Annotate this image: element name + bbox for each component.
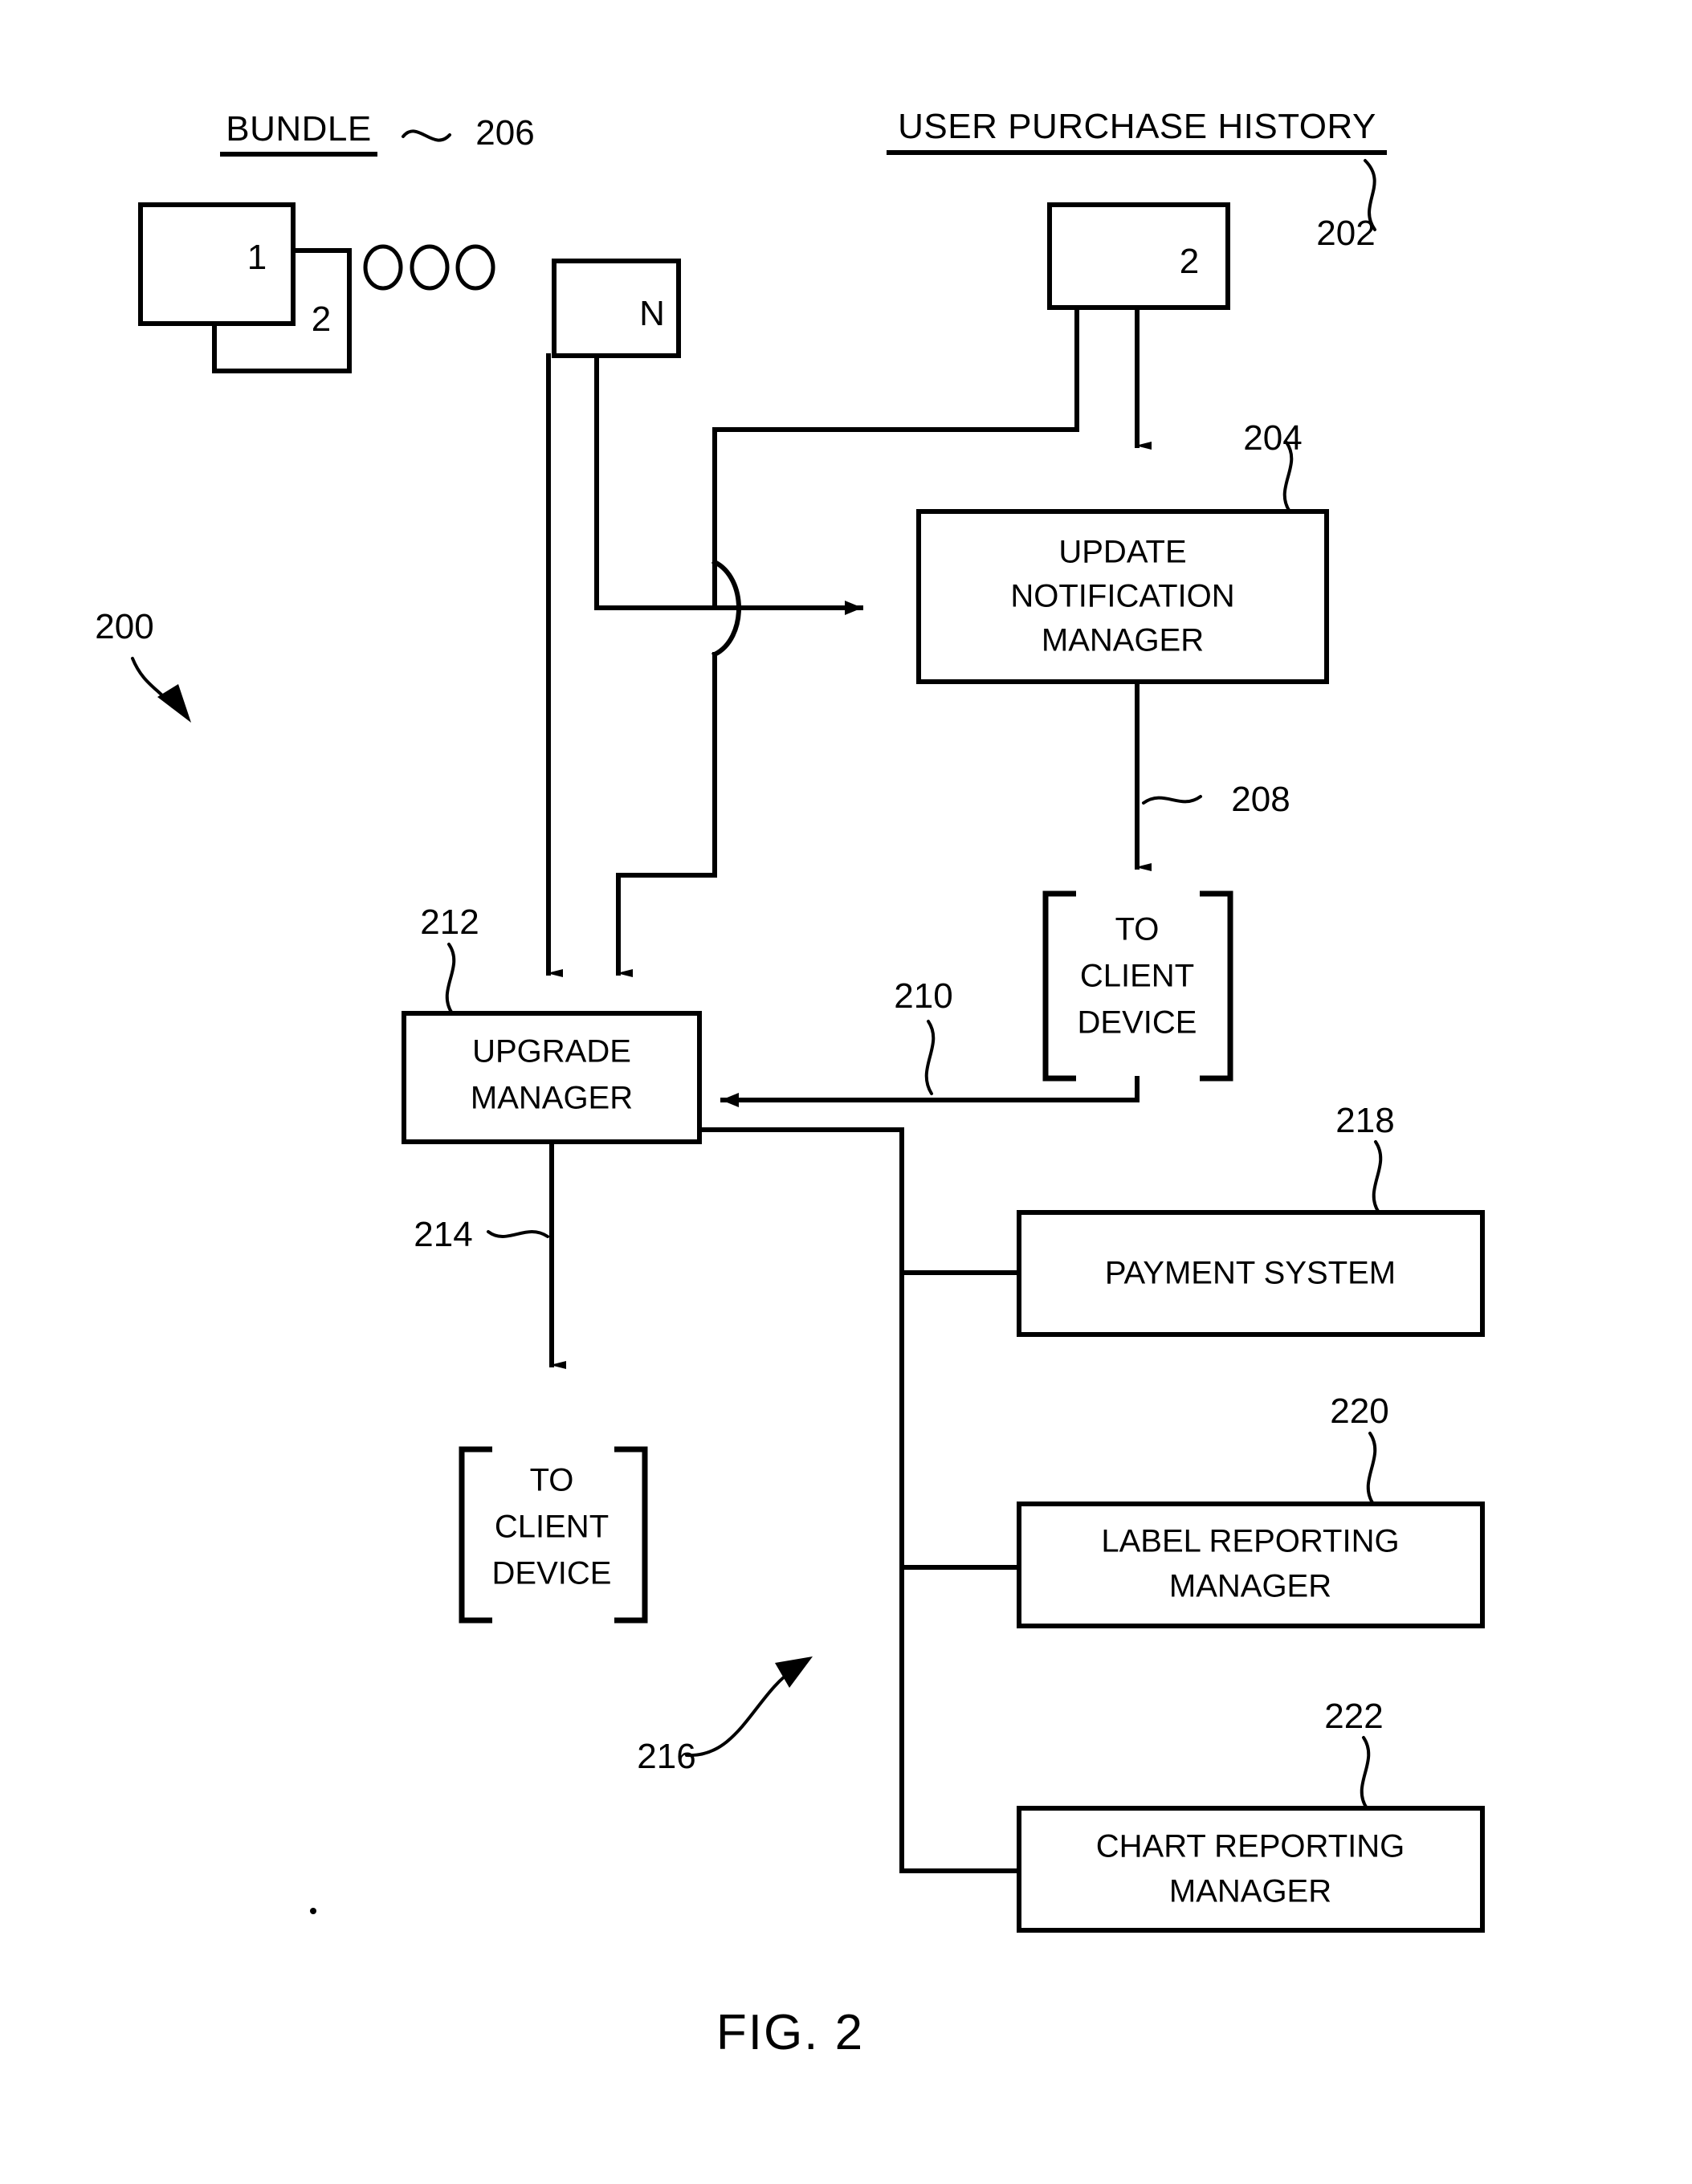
to-client-device-bottom-line-2: CLIENT xyxy=(495,1510,609,1545)
bundle-item-2-label: 2 xyxy=(312,299,331,339)
ref-214-leader: 214 xyxy=(414,1215,549,1254)
bundle-ellipsis xyxy=(363,244,495,291)
bundle-item-n: N xyxy=(552,259,681,358)
connector-history-branch-to-upgrade-manager xyxy=(616,652,717,977)
system-ref-number: 200 xyxy=(95,607,153,646)
ref-210-squiggle xyxy=(924,1020,936,1095)
bundle-heading-text: BUNDLE xyxy=(226,109,372,149)
to-client-device-top-line-3: DEVICE xyxy=(1078,1005,1197,1041)
to-client-device-bottom-line-1: TO xyxy=(530,1463,574,1498)
chart-reporting-manager-block[interactable]: CHART REPORTING MANAGER 222 xyxy=(1017,1697,1485,1933)
label-reporting-manager-line-2: MANAGER xyxy=(1169,1569,1331,1604)
to-client-device-bottom-bracket-left xyxy=(459,1446,492,1624)
to-client-device-top: TO CLIENT DEVICE xyxy=(1042,890,1233,1082)
upgrade-manager-line-1: UPGRADE xyxy=(472,1034,631,1070)
system-ref-200-group: 200 xyxy=(95,607,191,723)
label-reporting-manager-ref-squiggle xyxy=(1366,1432,1377,1506)
purchase-history-item: 2 xyxy=(1047,202,1230,310)
ellipsis-circle-2 xyxy=(410,244,450,291)
ellipsis-circle-1 xyxy=(363,244,403,291)
ref-216-arrowhead xyxy=(775,1656,813,1688)
upgrade-manager-box[interactable] xyxy=(402,1011,702,1144)
payment-system-block[interactable]: PAYMENT SYSTEM 218 xyxy=(1017,1101,1485,1337)
label-reporting-manager-block[interactable]: LABEL REPORTING MANAGER 220 xyxy=(1017,1391,1485,1628)
chart-reporting-manager-line-2: MANAGER xyxy=(1169,1874,1331,1909)
ref-214-number: 214 xyxy=(414,1215,472,1254)
purchase-history-item-box xyxy=(1047,202,1230,310)
payment-system-ref-number: 218 xyxy=(1335,1101,1394,1140)
ref-216-number: 216 xyxy=(637,1737,695,1776)
upgrade-manager-ref-squiggle xyxy=(445,943,456,1015)
update-notification-manager-line-1: UPDATE xyxy=(1058,535,1186,570)
connector-bundle-to-update-notification-manager xyxy=(594,353,863,615)
upgrade-manager-line-2: MANAGER xyxy=(471,1081,633,1116)
bundle-heading-group: BUNDLE 206 xyxy=(220,109,535,157)
ref-214-squiggle xyxy=(487,1230,549,1238)
chart-reporting-manager-line-1: CHART REPORTING xyxy=(1096,1829,1405,1864)
chart-reporting-manager-box[interactable] xyxy=(1017,1806,1485,1933)
label-reporting-manager-ref-number: 220 xyxy=(1330,1391,1388,1431)
to-client-device-bottom: TO CLIENT DEVICE xyxy=(459,1446,648,1624)
scan-speck xyxy=(310,1908,316,1914)
figure-2-canvas: BUNDLE 206 USER PURCHASE HISTORY 202 1 2 xyxy=(95,107,1485,2060)
ref-216-leader: 216 xyxy=(637,1656,813,1776)
to-client-device-top-bracket-left xyxy=(1042,890,1076,1082)
ref-210-number: 210 xyxy=(894,976,952,1016)
purchase-history-item-label: 2 xyxy=(1180,242,1199,281)
update-notification-manager-line-3: MANAGER xyxy=(1042,623,1204,658)
to-client-device-bottom-line-3: DEVICE xyxy=(492,1556,612,1591)
to-client-device-top-line-2: CLIENT xyxy=(1080,959,1194,994)
payment-system-ref-squiggle xyxy=(1372,1140,1383,1214)
upgrade-manager-block[interactable]: UPGRADE MANAGER 212 xyxy=(402,903,702,1144)
purchase-history-ref-number: 202 xyxy=(1316,214,1375,253)
to-client-device-top-line-1: TO xyxy=(1115,912,1160,947)
ref-208-squiggle xyxy=(1142,795,1202,805)
bundle-item-1-label: 1 xyxy=(247,238,267,277)
system-ref-arrowhead xyxy=(157,684,191,723)
update-notification-manager-ref-number: 204 xyxy=(1243,418,1302,458)
payment-system-label: PAYMENT SYSTEM xyxy=(1105,1256,1396,1291)
ref-210-leader: 210 xyxy=(894,976,953,1095)
bundle-item-1-box xyxy=(138,202,296,326)
connector-bus-216 xyxy=(697,1127,1021,1873)
ref-208-leader: 208 xyxy=(1142,780,1290,819)
bundle-item-n-label: N xyxy=(639,294,665,333)
update-notification-manager-line-2: NOTIFICATION xyxy=(1010,579,1234,614)
bundle-item-1: 1 xyxy=(138,202,296,326)
update-notification-manager-block[interactable]: UPDATE NOTIFICATION MANAGER 204 xyxy=(916,418,1329,684)
ref-208-number: 208 xyxy=(1231,780,1290,819)
to-client-device-bottom-bracket-right xyxy=(614,1446,648,1624)
label-reporting-manager-line-1: LABEL REPORTING xyxy=(1101,1524,1399,1559)
bundle-ref-number: 206 xyxy=(475,113,534,153)
label-reporting-manager-box[interactable] xyxy=(1017,1502,1485,1628)
chart-reporting-manager-ref-number: 222 xyxy=(1324,1697,1383,1736)
chart-reporting-manager-ref-squiggle xyxy=(1360,1736,1371,1810)
ref-216-squiggle xyxy=(685,1667,797,1758)
bundle-ref-squiggle xyxy=(402,129,451,142)
to-client-device-top-bracket-right xyxy=(1200,890,1233,1082)
ellipsis-circle-3 xyxy=(455,244,495,291)
upgrade-manager-ref-number: 212 xyxy=(420,903,479,942)
figure-caption: FIG. 2 xyxy=(716,2005,864,2060)
patent-figure: BUNDLE 206 USER PURCHASE HISTORY 202 1 2 xyxy=(0,0,1692,2184)
purchase-history-heading-text: USER PURCHASE HISTORY xyxy=(898,107,1376,146)
